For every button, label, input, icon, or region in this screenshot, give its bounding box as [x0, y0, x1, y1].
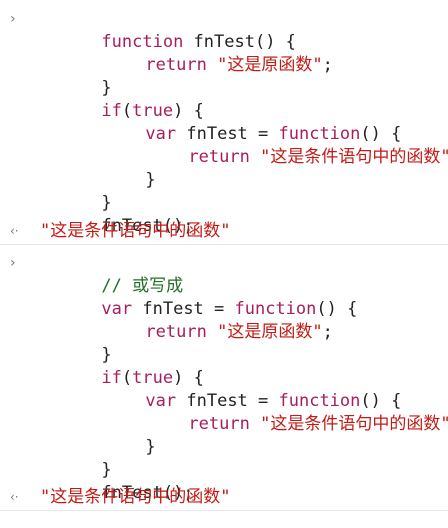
devtools-console: › function fnTest() { return "这是原函数"; } … [0, 0, 448, 512]
string-literal: "这是原函数" [217, 322, 323, 342]
code-line: var fnTest = function() { [84, 367, 401, 411]
code-line: } [84, 146, 155, 190]
code-line: // 或写成 [40, 252, 183, 296]
code-line: var fnTest = function() { [84, 100, 401, 144]
string-literal: "这是条件语句中的函数" [260, 147, 448, 167]
code-line: return "这是条件语句中的函数"; [127, 123, 448, 167]
code-line: fnTest(); [40, 192, 193, 236]
string-literal: "这是条件语句中的函数" [260, 414, 448, 434]
code-line: } [40, 169, 111, 213]
code-text: ; [322, 322, 333, 342]
result-value: "这是条件语句中的函数" [40, 221, 231, 241]
code-line: return "这是原函数"; [84, 31, 332, 75]
code-text: } [145, 437, 156, 457]
code-line: } [40, 321, 111, 365]
console-output-entry-2: ‹· "这是条件语句中的函数" [0, 484, 448, 511]
keyword: return [188, 147, 250, 167]
code-text: ; [322, 55, 333, 75]
code-line: } [84, 413, 155, 457]
keyword: return [188, 414, 250, 434]
result-value: "这是条件语句中的函数" [40, 487, 231, 507]
code-line: } [40, 54, 111, 98]
code-line: } [40, 436, 111, 480]
keyword: return [145, 322, 207, 342]
code-text: } [145, 170, 156, 190]
input-prompt-icon: › [10, 255, 16, 271]
console-input-entry-1[interactable]: › function fnTest() { return "这是原函数"; } … [0, 8, 448, 236]
input-prompt-icon: › [10, 11, 16, 27]
console-input-entry-2[interactable]: › // 或写成 var fnTest = function() { retur… [0, 252, 448, 503]
keyword: return [145, 55, 207, 75]
code-line: var fnTest = function() { [40, 275, 357, 319]
code-line: fnTest(); [40, 459, 193, 503]
code-line: return "这是条件语句中的函数"; [127, 390, 448, 434]
code-line: return "这是原函数"; [84, 298, 332, 342]
code-line: function fnTest() { [40, 8, 295, 52]
console-output-entry-1: ‹· "这是条件语句中的函数" [0, 218, 448, 245]
output-prompt-icon: ‹· [10, 224, 19, 238]
string-literal: "这是原函数" [217, 55, 323, 75]
output-prompt-icon: ‹· [10, 490, 19, 504]
code-line: if(true) { [40, 77, 203, 121]
code-line: if(true) { [40, 344, 203, 388]
